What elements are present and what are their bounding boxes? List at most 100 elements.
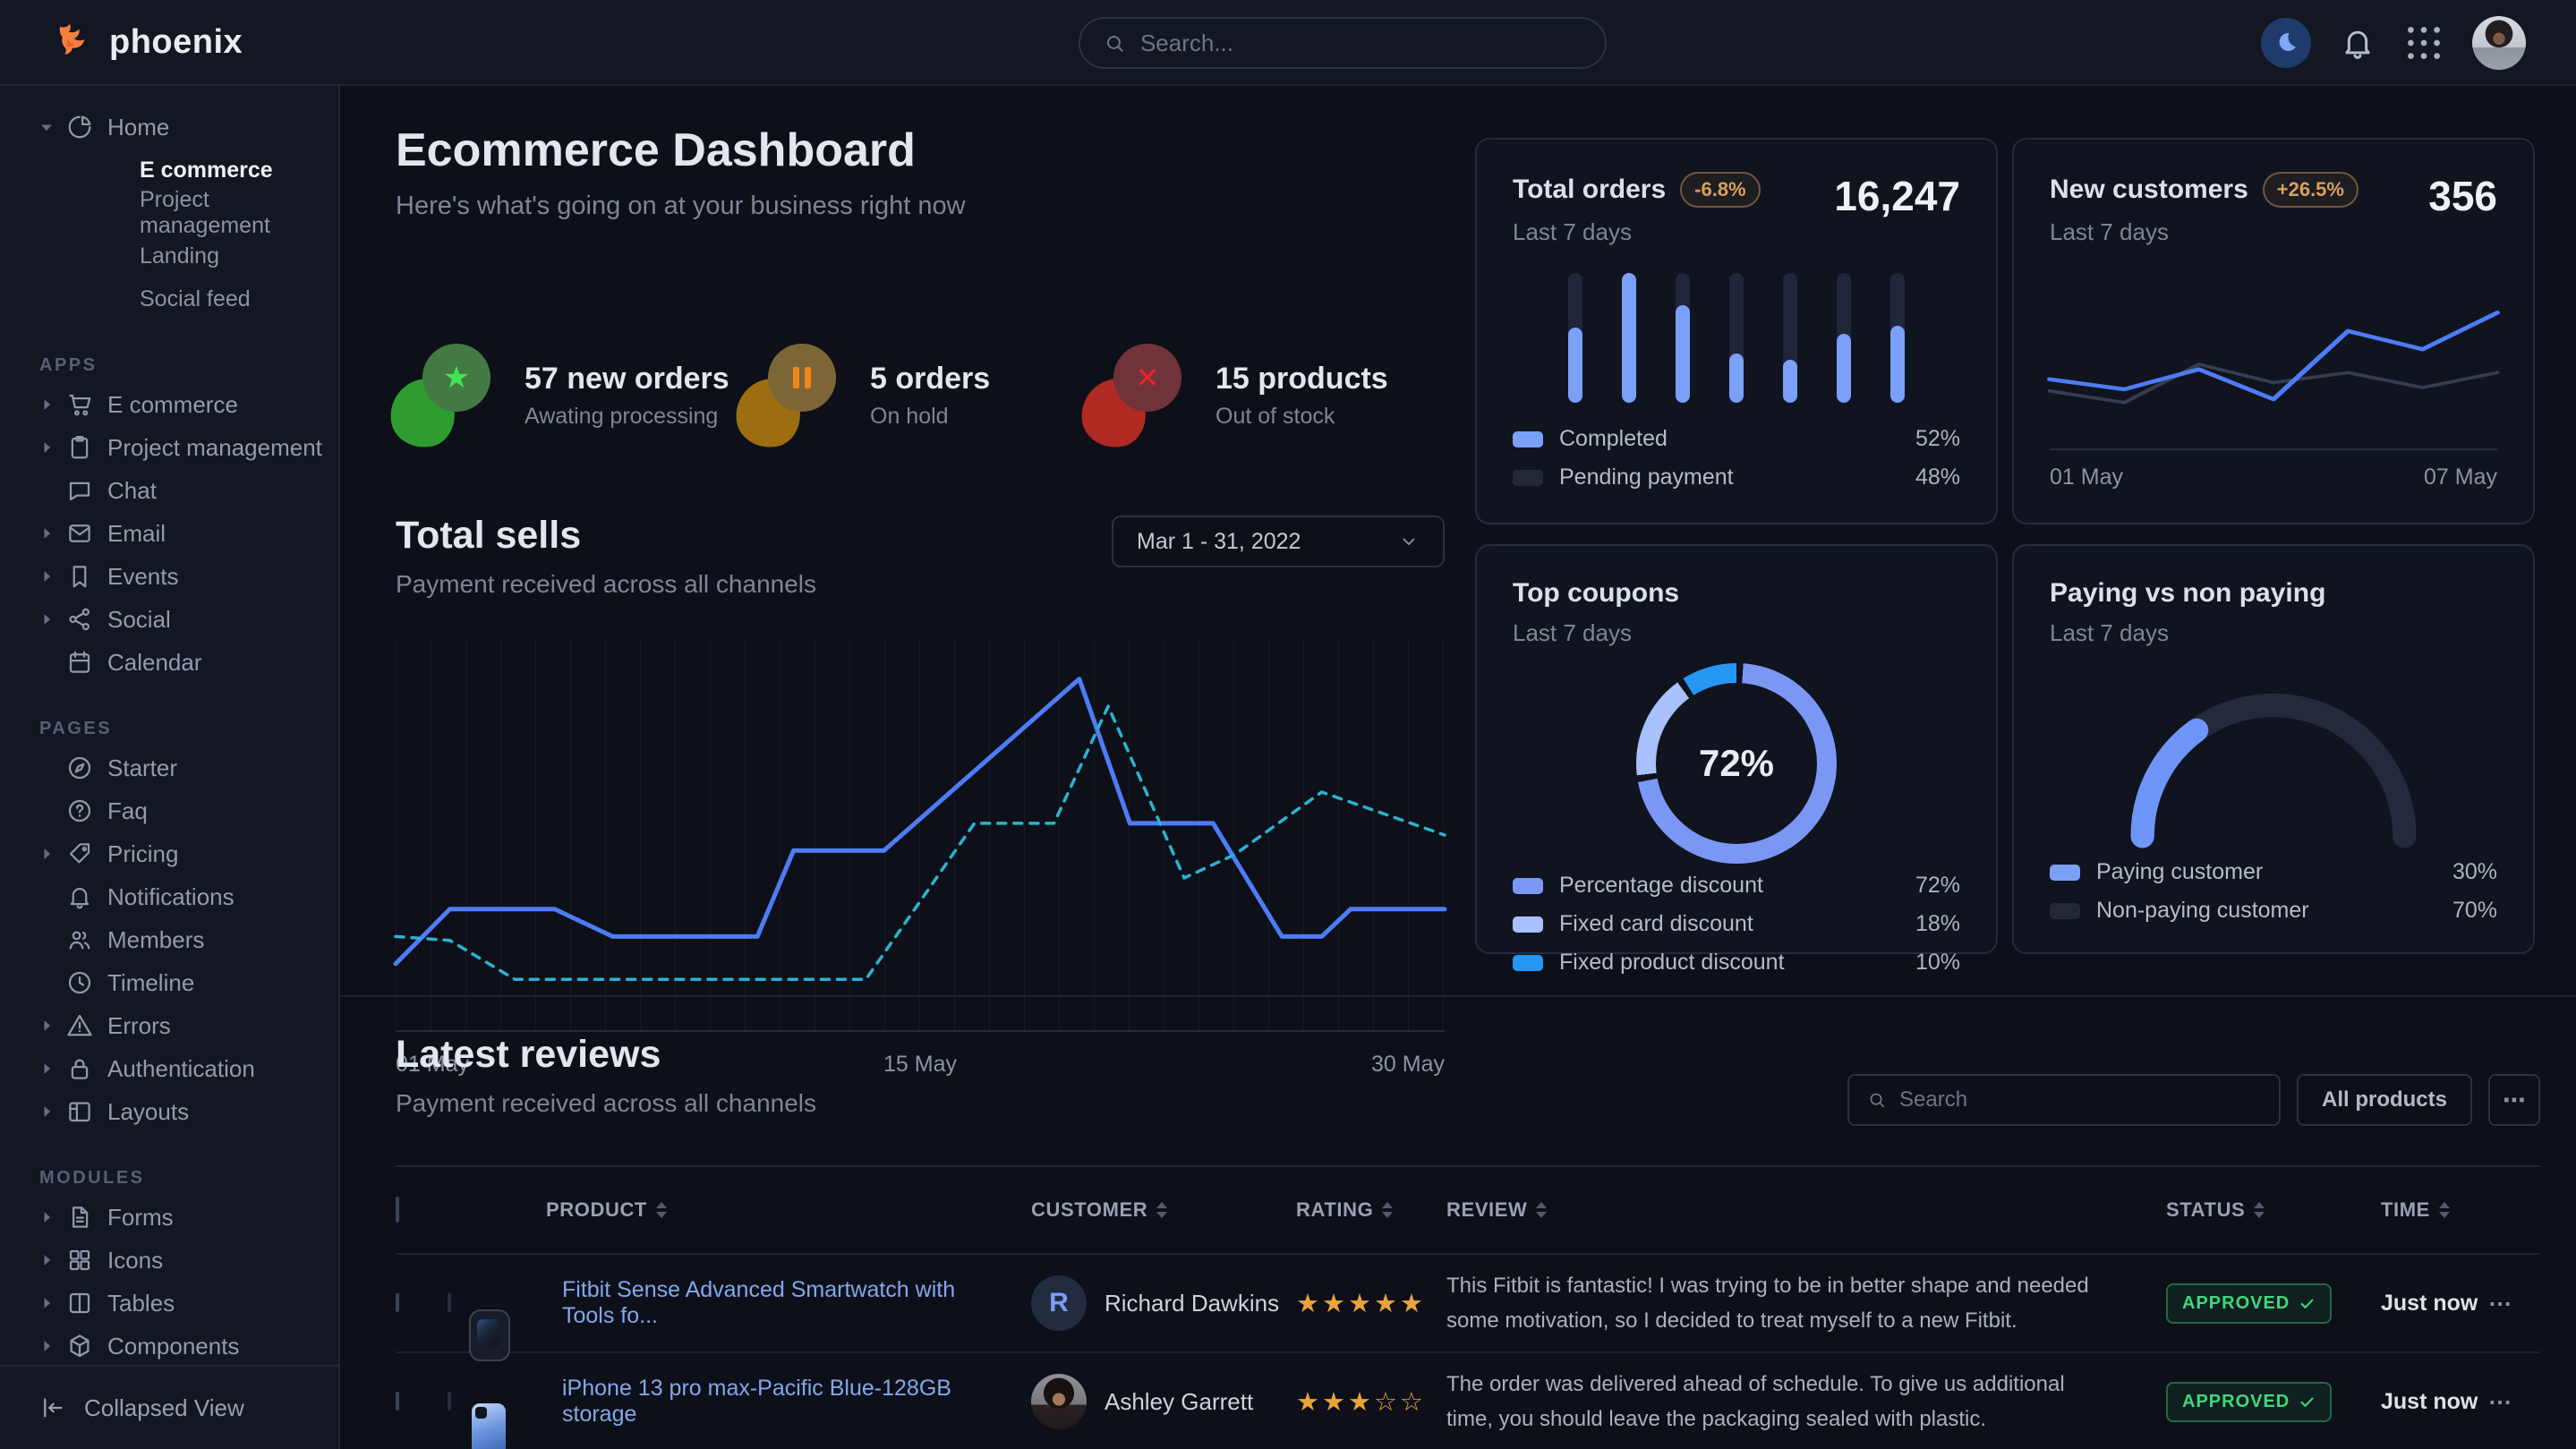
sidebar-item-forms[interactable]: Forms	[0, 1196, 338, 1239]
navbar-actions	[2261, 0, 2526, 86]
sidebar-item-project-management[interactable]: Project management	[0, 426, 338, 469]
sort-product[interactable]: PRODUCT	[546, 1198, 1031, 1222]
brand[interactable]: phoenix	[52, 21, 243, 64]
sidebar-item-layouts[interactable]: Layouts	[0, 1090, 338, 1133]
check-icon	[2299, 1295, 2316, 1312]
reviews-search[interactable]	[1847, 1074, 2281, 1126]
customer-name: Richard Dawkins	[1105, 1290, 1279, 1317]
sort-customer[interactable]: CUSTOMER	[1031, 1198, 1296, 1222]
rating-stars: ★★★☆☆	[1296, 1386, 1446, 1418]
card-title: Top coupons	[1513, 578, 1679, 609]
reviews-more-button[interactable]: ⋯	[2488, 1074, 2540, 1126]
collapse-sidebar-button[interactable]: Collapsed View	[0, 1365, 338, 1449]
row-checkbox[interactable]	[396, 1392, 399, 1411]
caret-right-icon	[38, 567, 55, 585]
theme-toggle-button[interactable]	[2261, 18, 2311, 68]
review-time: Just now	[2381, 1291, 2488, 1317]
sort-status[interactable]: STATUS	[2166, 1198, 2381, 1222]
page-subtitle: Here's what's going on at your business …	[396, 192, 966, 221]
table-row[interactable]: Fitbit Sense Advanced Smartwatch with To…	[396, 1255, 2540, 1353]
sidebar-item-timeline[interactable]: Timeline	[0, 961, 338, 1004]
legend-swatch	[1513, 431, 1543, 447]
sort-icon	[2254, 1202, 2265, 1218]
cube-icon	[66, 1333, 93, 1360]
global-search[interactable]	[1079, 17, 1607, 69]
moon-icon	[2273, 30, 2299, 56]
new-customers-x-axis: 01 May 07 May	[2050, 448, 2497, 490]
global-search-input[interactable]	[1140, 30, 1582, 57]
sidebar-item-email[interactable]: Email	[0, 512, 338, 555]
new-customers-value: 356	[2428, 172, 2497, 220]
sidebar-item-members[interactable]: Members	[0, 918, 338, 961]
new-orders-star-icon: ★	[390, 344, 490, 447]
sidebar-item-pricing[interactable]: Pricing	[0, 832, 338, 875]
row-menu-button[interactable]: ⋯	[2488, 1290, 2512, 1317]
legend-swatch	[1513, 878, 1543, 894]
notifications-button[interactable]	[2340, 25, 2376, 61]
sidebar-item-landing[interactable]: Landing	[0, 234, 338, 277]
sidebar-item-authentication[interactable]: Authentication	[0, 1047, 338, 1090]
customer-avatar: R	[1031, 1275, 1087, 1331]
card-period: Last 7 days	[2050, 218, 2358, 246]
all-products-filter-button[interactable]: All products	[2297, 1074, 2472, 1126]
sort-icon	[1156, 1202, 1167, 1218]
sidebar-item-calendar[interactable]: Calendar	[0, 641, 338, 684]
question-circle-icon	[66, 797, 93, 824]
reviews-search-input[interactable]	[1899, 1087, 2261, 1112]
sidebar-section-modules: MODULES	[0, 1160, 338, 1196]
paying-gauge-chart	[2103, 670, 2444, 854]
sort-review[interactable]: REVIEW	[1446, 1198, 2166, 1222]
card-title: New customers	[2050, 175, 2248, 205]
product-thumbnail[interactable]	[448, 1293, 451, 1312]
sidebar-item-events[interactable]: Events	[0, 555, 338, 598]
card-title: Total orders	[1513, 175, 1666, 205]
product-link[interactable]: iPhone 13 pro max-Pacific Blue-128GB sto…	[562, 1376, 951, 1427]
page-title: Ecommerce Dashboard	[396, 124, 966, 177]
sidebar-item-chat[interactable]: Chat	[0, 469, 338, 512]
sort-time[interactable]: TIME	[2381, 1198, 2488, 1222]
row-menu-button[interactable]: ⋯	[2488, 1388, 2512, 1416]
main-content: Ecommerce Dashboard Here's what's going …	[340, 86, 2576, 1449]
row-checkbox[interactable]	[396, 1293, 399, 1312]
tag-icon	[66, 840, 93, 867]
customer-name: Ashley Garrett	[1105, 1388, 1253, 1416]
card-period: Last 7 days	[2050, 619, 2325, 647]
legend-non-paying-customer: Non-paying customer 70%	[2050, 898, 2497, 924]
caret-right-icon	[38, 1208, 55, 1226]
user-avatar[interactable]	[2472, 16, 2526, 70]
sort-rating[interactable]: RATING	[1296, 1198, 1446, 1222]
sidebar-item-project-management-dashboard[interactable]: Project management	[0, 192, 338, 234]
total-orders-bar-chart	[1568, 273, 1905, 403]
total-sells-title: Total sells	[396, 514, 816, 558]
envelope-icon	[66, 520, 93, 547]
total-orders-card: Total orders -6.8% Last 7 days 16,247 Co…	[1475, 138, 1998, 524]
sidebar-item-components[interactable]: Components	[0, 1325, 338, 1368]
sidebar-item-home[interactable]: Home	[0, 106, 338, 149]
product-link[interactable]: Fitbit Sense Advanced Smartwatch with To…	[562, 1277, 955, 1328]
sidebar-item-ecommerce-dashboard[interactable]: E commerce	[0, 149, 338, 192]
sidebar-item-notifications[interactable]: Notifications	[0, 875, 338, 918]
sidebar-item-label: Home	[107, 114, 169, 141]
sidebar-item-errors[interactable]: Errors	[0, 1004, 338, 1047]
table-row[interactable]: iPhone 13 pro max-Pacific Blue-128GB sto…	[396, 1353, 2540, 1449]
sidebar-item-social[interactable]: Social	[0, 598, 338, 641]
sidebar-item-starter[interactable]: Starter	[0, 746, 338, 789]
date-range-select[interactable]: Mar 1 - 31, 2022	[1112, 516, 1445, 567]
sidebar-item-faq[interactable]: Faq	[0, 789, 338, 832]
caret-right-icon	[38, 1060, 55, 1078]
on-hold-pause-icon	[736, 344, 836, 447]
legend-completed: Completed 52%	[1513, 426, 1960, 452]
sidebar-item-social-feed[interactable]: Social feed	[0, 277, 338, 320]
stat-new-orders: ★ 57 new orders Awating processing	[390, 344, 736, 447]
select-all-checkbox[interactable]	[396, 1197, 399, 1223]
page-header: Ecommerce Dashboard Here's what's going …	[396, 124, 966, 221]
sidebar-item-tables[interactable]: Tables	[0, 1282, 338, 1325]
product-thumbnail[interactable]	[448, 1392, 451, 1411]
review-text: The order was delivered ahead of schedul…	[1446, 1367, 2166, 1436]
sidebar-item-ecommerce[interactable]: E commerce	[0, 383, 338, 426]
paying-vs-nonpaying-card: Paying vs non paying Last 7 days Paying …	[2012, 544, 2535, 954]
apps-grid-button[interactable]	[2404, 23, 2444, 63]
sidebar-item-icons[interactable]: Icons	[0, 1239, 338, 1282]
sort-icon	[2439, 1202, 2450, 1218]
legend-swatch	[1513, 955, 1543, 971]
